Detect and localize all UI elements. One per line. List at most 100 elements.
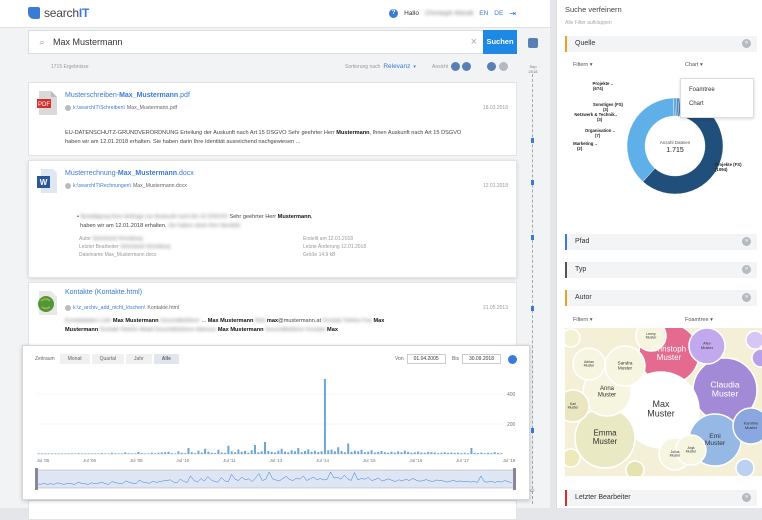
histogram-bar	[230, 451, 233, 454]
author-foamtree[interactable]: ChristophMusterClaudiaMusterMaxMusterEmm…	[565, 328, 762, 476]
clear-icon[interactable]: ×	[471, 36, 477, 48]
chart-type-dropdown[interactable]: Foamtree ▾	[685, 317, 713, 323]
result-card[interactable]: Kontakte (Kontakte.html) k:\z_archiv_add…	[28, 282, 517, 354]
collapse-icon[interactable]: »	[742, 293, 751, 302]
histogram-bar	[310, 451, 313, 454]
sort-control[interactable]: Sortierung nach Relevanz ▾	[345, 63, 416, 70]
histogram-bar	[473, 452, 476, 454]
expand-icon[interactable]: »	[742, 237, 751, 246]
histogram-bar	[353, 450, 356, 454]
chart-type-dropdown[interactable]: Chart ▾	[685, 62, 703, 68]
histogram-bar	[247, 452, 250, 454]
user-filter-icon[interactable]	[487, 62, 496, 71]
histogram-bar	[440, 452, 443, 454]
histogram-bar	[160, 452, 163, 454]
histogram-bar	[67, 453, 70, 454]
logout-icon[interactable]: ⇥	[509, 9, 516, 18]
x-tick-label: Jul '15	[363, 458, 376, 463]
expand-all-filters[interactable]: Alle Filter aufklappen	[565, 20, 612, 26]
histogram-bar	[400, 452, 403, 454]
lang-de[interactable]: DE	[494, 10, 503, 17]
timeline-marker[interactable]	[531, 235, 534, 240]
section-typ[interactable]: Typ»	[565, 262, 757, 278]
expand-icon[interactable]	[499, 62, 508, 71]
histogram-bar	[94, 453, 97, 454]
grid-view-icon[interactable]	[462, 62, 471, 71]
author-label: Muster	[618, 365, 633, 370]
histogram-bar	[104, 453, 107, 454]
histogram-bar	[177, 451, 180, 454]
histogram-bar	[187, 448, 190, 454]
histogram-bar	[450, 452, 453, 454]
histogram-bar	[297, 448, 300, 454]
range-handle-right	[513, 468, 516, 490]
timeline-marker[interactable]	[531, 428, 534, 433]
list-view-icon[interactable]	[451, 62, 460, 71]
section-pfad[interactable]: Pfad»	[565, 234, 757, 250]
result-card[interactable]	[28, 500, 517, 520]
result-title[interactable]: Musterschreiben-Max_Mustermann.pdf	[65, 92, 190, 99]
histogram-bar	[393, 452, 396, 454]
calendar-icon[interactable]	[528, 38, 538, 48]
section-quelle[interactable]: Quelle»	[565, 36, 757, 52]
result-card[interactable]: W Musterrechnung-Max_Mustermann.docx k:\…	[28, 160, 517, 278]
histogram-bar	[194, 453, 197, 454]
histogram-bar	[167, 451, 170, 454]
author-label: Muster	[686, 450, 698, 454]
section-autor[interactable]: Autor»	[565, 290, 757, 306]
result-bar: 1715 Ergebnisse Sortierung nach Relevanz ▾…	[51, 62, 511, 72]
author-label: Anna	[600, 386, 615, 392]
section-letzter-bearbeiter[interactable]: Letzter Bearbeiter»	[565, 490, 757, 506]
menu-item-chart[interactable]: Chart	[689, 101, 704, 107]
menu-item-foamtree[interactable]: Foamtree	[689, 87, 715, 93]
sort-value[interactable]: Relevanz	[383, 63, 410, 70]
result-title[interactable]: Musterrechnung-Max_Mustermann.docx	[65, 170, 194, 177]
histogram-bar	[380, 451, 383, 454]
histogram-bar	[283, 451, 286, 454]
app-logo[interactable]: searchIT	[28, 6, 89, 20]
histogram-bar	[410, 452, 413, 454]
histogram-bar	[337, 447, 340, 454]
result-count: 1715 Ergebnisse	[51, 64, 89, 70]
histogram-bar	[130, 453, 133, 454]
histogram-bar	[293, 451, 296, 454]
histogram-bar	[317, 451, 320, 454]
histogram-bar	[397, 451, 400, 454]
result-title[interactable]: Kontakte (Kontakte.html)	[65, 289, 142, 296]
author-cell	[735, 458, 755, 476]
result-card[interactable]: PDF Musterschreiben-Max_Mustermann.pdf k…	[28, 82, 517, 156]
histogram-chart[interactable]: 200 400 Jul '05 Jul '06 Jul '08 Jul '10 Jul '1…	[23, 346, 531, 501]
result-path: k:\searchIT\Rechnungen\ Max_Mustermann.do…	[65, 183, 187, 189]
x-tick-label: Jul '11	[223, 458, 236, 463]
expand-icon[interactable]: »	[742, 493, 751, 502]
search-input[interactable]: Max Mustermann	[51, 37, 471, 47]
histogram-bar	[363, 452, 366, 454]
histogram-bar	[147, 453, 150, 454]
search-button[interactable]: Suchen	[483, 30, 517, 54]
lang-en[interactable]: EN	[479, 10, 488, 17]
filter-dropdown[interactable]: Filtern ▾	[573, 317, 593, 323]
histogram-bar	[217, 449, 220, 454]
pdf-file-icon: PDF	[37, 91, 57, 115]
filter-dropdown[interactable]: Filtern ▾	[573, 62, 593, 68]
histogram-bar	[190, 452, 193, 454]
histogram-bar	[463, 452, 466, 454]
x-tick-label: Jul '10	[176, 458, 189, 463]
author-label: Muster	[701, 345, 714, 350]
expand-icon[interactable]: »	[742, 265, 751, 274]
histogram-bar	[313, 450, 316, 454]
collapse-icon[interactable]: »	[742, 39, 751, 48]
histogram-bar	[60, 453, 63, 454]
range-handle-left	[35, 468, 38, 490]
histogram-bar	[420, 452, 423, 454]
help-icon[interactable]: ?	[389, 9, 399, 18]
histogram-bar	[234, 452, 237, 454]
histogram-bar	[54, 453, 57, 454]
histogram-bar	[227, 445, 230, 454]
histogram-bar	[117, 453, 120, 454]
timeline-marker[interactable]	[531, 306, 534, 311]
timeline-marker[interactable]	[531, 138, 534, 143]
histogram-bar	[44, 453, 47, 454]
timeline-marker[interactable]	[531, 180, 534, 185]
histogram-bar	[487, 452, 490, 454]
